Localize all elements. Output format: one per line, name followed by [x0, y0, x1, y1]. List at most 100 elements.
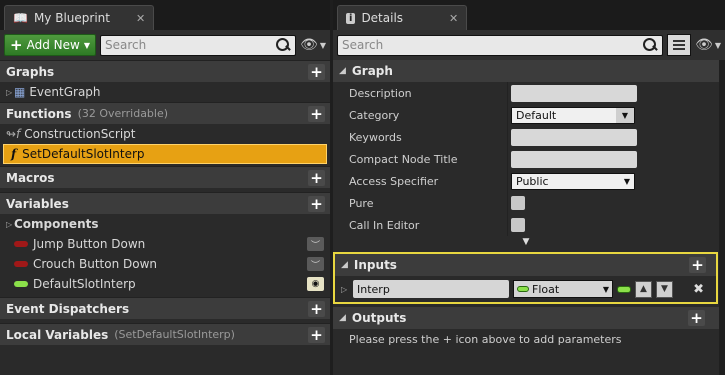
container-type-icon[interactable]: [617, 285, 631, 293]
eye-closed-icon[interactable]: ︶: [307, 237, 324, 251]
float-pin-icon: [14, 281, 28, 287]
variable-jump-button-down[interactable]: Jump Button Down ︶: [0, 234, 330, 254]
add-function-button[interactable]: +: [308, 106, 325, 122]
category-outputs[interactable]: ◢ Outputs +: [333, 307, 719, 329]
section-event-dispatchers[interactable]: Event Dispatchers +: [0, 297, 330, 319]
tab-label: My Blueprint: [33, 11, 110, 25]
right-tab-strip: i Details ✕: [333, 0, 725, 30]
param-type-dropdown[interactable]: Float ▼: [513, 280, 613, 298]
plus-icon: +: [10, 35, 23, 54]
move-down-button[interactable]: ▼: [656, 280, 673, 298]
param-name-field[interactable]: Interp: [353, 280, 509, 298]
search-placeholder: Search: [104, 38, 147, 52]
add-variable-button[interactable]: +: [308, 196, 325, 212]
prop-access-specifier: Access Specifier Public ▼: [333, 170, 719, 192]
view-options-button[interactable]: 👁 ▼: [695, 37, 721, 53]
list-item-set-default-slot-interp[interactable]: f SetDefaultSlotInterp: [3, 144, 327, 164]
tab-label: Details: [361, 11, 404, 25]
move-up-button[interactable]: ▲: [635, 280, 652, 298]
prop-call-in-editor: Call In Editor: [333, 214, 719, 236]
input-param-row: ▷ Interp Float ▼ ▲ ▼ ✖: [335, 276, 716, 302]
category-inputs[interactable]: ◢ Inputs +: [335, 254, 716, 276]
prop-description: Description: [333, 82, 719, 104]
list-icon: [673, 40, 686, 50]
prop-category: Category Default ▼: [333, 104, 719, 126]
bool-pin-icon: [14, 261, 28, 267]
eye-closed-icon[interactable]: ︶: [307, 257, 324, 271]
details-search-input[interactable]: Search: [337, 34, 664, 56]
outputs-hint: Please press the + icon above to add par…: [333, 329, 725, 349]
close-icon[interactable]: ✕: [136, 12, 145, 25]
add-new-label: Add New: [26, 38, 80, 52]
add-input-button[interactable]: +: [689, 257, 706, 273]
section-variables[interactable]: Variables +: [0, 192, 330, 214]
eye-icon: 👁: [300, 37, 318, 53]
category-title: Outputs: [351, 311, 407, 325]
variable-group-components[interactable]: ▷ Components: [0, 214, 330, 234]
variable-default-slot-interp[interactable]: DefaultSlotInterp ◉: [0, 274, 330, 294]
prop-label: Call In Editor: [333, 214, 508, 236]
pure-checkbox[interactable]: [511, 196, 525, 210]
eye-icon[interactable]: ◉: [307, 277, 324, 291]
variable-crouch-button-down[interactable]: Crouch Button Down ︶: [0, 254, 330, 274]
add-output-button[interactable]: +: [688, 310, 705, 326]
list-item-construction-script[interactable]: ↬f ConstructionScript: [0, 124, 330, 144]
keywords-field[interactable]: [511, 128, 637, 146]
book-icon: 📖: [13, 11, 28, 25]
item-label: SetDefaultSlotInterp: [22, 147, 145, 161]
description-field[interactable]: [511, 84, 637, 102]
item-label: Jump Button Down: [33, 237, 146, 251]
item-label: Crouch Button Down: [33, 257, 158, 271]
add-event-dispatcher-button[interactable]: +: [308, 301, 325, 317]
category-graph[interactable]: ◢ Graph: [333, 60, 719, 82]
add-new-button[interactable]: + Add New ▼: [4, 34, 96, 56]
tab-my-blueprint[interactable]: 📖 My Blueprint ✕: [4, 5, 155, 30]
collapse-arrow-icon: ◢: [341, 260, 348, 270]
prop-compact-node-title: Compact Node Title: [333, 148, 719, 170]
hint-text: Please press the + icon above to add par…: [349, 332, 622, 346]
collapse-arrow-icon: ◢: [339, 66, 346, 76]
section-graphs[interactable]: Graphs +: [0, 60, 330, 82]
close-icon[interactable]: ✕: [449, 12, 458, 25]
overridable-count: (32 Overridable): [77, 107, 169, 120]
section-functions[interactable]: Functions (32 Overridable) +: [0, 102, 330, 124]
my-blueprint-panel: 📖 My Blueprint ✕ + Add New ▼ Search 👁 ▼ G…: [0, 0, 330, 375]
expand-arrow-icon[interactable]: ▷: [341, 285, 349, 294]
compact-node-title-field[interactable]: [511, 150, 637, 168]
search-input[interactable]: Search: [99, 34, 297, 56]
details-panel: i Details ✕ Search 👁 ▼ ◢ Graph Descriptio…: [333, 0, 725, 375]
access-specifier-dropdown[interactable]: Public ▼: [511, 172, 635, 190]
section-title: Macros: [6, 170, 55, 185]
add-graph-button[interactable]: +: [308, 64, 325, 80]
expand-arrow-icon: ▼: [522, 237, 530, 247]
prop-pure: Pure: [333, 192, 719, 214]
chevron-down-icon: ▼: [602, 284, 609, 294]
view-options-button[interactable]: 👁 ▼: [300, 37, 326, 53]
chevron-down-icon: ▼: [616, 107, 634, 123]
expand-arrow-icon[interactable]: ▷: [6, 220, 14, 229]
graph-icon: ▦: [14, 85, 26, 99]
search-icon: [642, 37, 658, 53]
list-item-eventgraph[interactable]: ▷ ▦ EventGraph: [0, 82, 330, 102]
section-local-variables[interactable]: Local Variables (SetDefaultSlotInterp) +: [0, 323, 330, 345]
advanced-expander[interactable]: ▼: [333, 236, 719, 248]
tab-details[interactable]: i Details ✕: [337, 5, 468, 30]
add-macro-button[interactable]: +: [308, 170, 325, 186]
expand-arrow-icon[interactable]: ▷: [6, 88, 14, 97]
scrollbar[interactable]: [719, 60, 725, 375]
prop-label: Description: [333, 82, 508, 104]
category-dropdown[interactable]: Default ▼: [511, 106, 635, 124]
chevron-down-icon: ▼: [319, 40, 326, 50]
function-icon: ↬f: [6, 127, 21, 141]
property-matrix-button[interactable]: [667, 34, 692, 56]
prop-label: Pure: [333, 192, 508, 214]
category-title: Inputs: [353, 258, 397, 272]
add-local-variable-button[interactable]: +: [308, 327, 325, 343]
section-macros[interactable]: Macros +: [0, 166, 330, 188]
left-tab-strip: 📖 My Blueprint ✕: [0, 0, 330, 30]
bool-pin-icon: [14, 241, 28, 247]
remove-param-icon[interactable]: ✖: [693, 282, 704, 297]
call-in-editor-checkbox[interactable]: [511, 218, 525, 232]
category-title: Graph: [351, 64, 393, 78]
chevron-down-icon: ▼: [714, 40, 721, 50]
